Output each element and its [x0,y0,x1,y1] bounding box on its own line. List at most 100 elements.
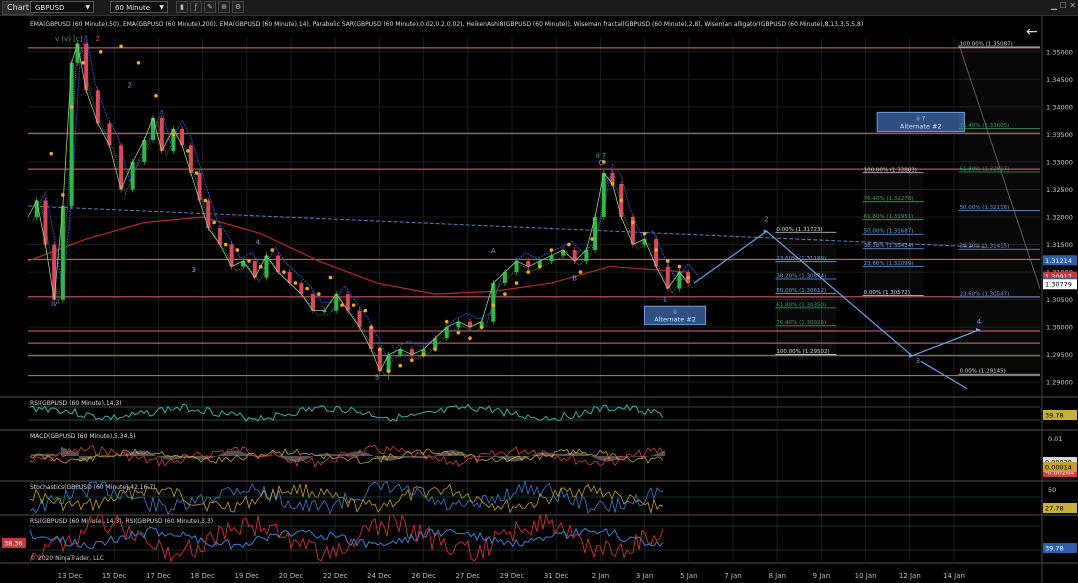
parabolic-sar-dot [444,319,449,324]
fib-level-label: 23.60% (1.31099) [864,261,914,267]
time-tick-label: 17 Dec [146,572,171,580]
time-tick-label: 29 Dec [500,572,525,580]
fib-level-label: 61.80% (1.32817) [960,167,1010,173]
parabolic-sar-dot [549,248,554,252]
parabolic-sar-dot [351,303,356,307]
price-tick-label: 1.29000 [1046,379,1073,387]
fib-level-label: 50.00% (1.30612) [776,288,826,294]
wave-label: 4 [256,239,261,247]
parabolic-sar-dot [468,336,472,340]
parabolic-sar-dot [203,198,208,203]
panel-tick-label: 50 [1048,486,1056,494]
wave-label: i [388,373,390,381]
parabolic-sar-dot [567,242,571,247]
parabolic-sar-dot [258,264,263,269]
parabolic-sar-dot [305,286,309,291]
wave-label: 3 [192,266,196,274]
parabolic-sar-dot [194,171,199,175]
rsi2-badge-label: 39.78 [1045,545,1064,553]
price-badge-label: 1.31214 [1045,257,1072,265]
parabolic-sar-dot [514,281,519,285]
parabolic-sar-dot [433,347,437,351]
fib-level-label: 61.80% (1.30350) [776,302,826,308]
fib-level-label: 0.00% (1.29145) [960,369,1006,375]
wave-label: 5 [375,373,379,381]
wave-label: 2 [96,35,100,43]
wave-label: v (v) [c] [55,35,83,43]
parabolic-sar-dot [328,275,333,280]
fib-level-label: 38.20% (1.30874) [776,274,826,280]
parabolic-sar-dot [369,325,373,329]
price-badge-label: 1.30779 [1045,281,1072,289]
parabolic-sar-dot [503,292,507,296]
copyright-text: © 2020 NinjaTrader, LLC [30,555,104,562]
parabolic-sar-dot [642,231,647,236]
price-tick-label: 1.33500 [1046,131,1073,139]
parabolic-sar-dot [590,237,594,241]
parabolic-sar-dot [317,292,321,296]
parabolic-sar-dot [363,308,368,313]
fib-level-label: 61.80% (1.31951) [864,214,914,220]
panel-title: RSI(GBPUSD (60 Minute),14,3) [30,400,122,407]
fib-level-label: 38.20% (1.31424) [864,243,914,249]
maximize-icon[interactable]: ☐ [1060,1,1067,10]
fib-level-label: 100.00% (1.35087) [960,41,1013,47]
chevron-down-icon: ▼ [159,4,164,11]
fib-level-label: 100.00% (1.32803) [864,167,917,173]
parabolic-sar-dot [398,363,403,368]
price-tick-label: 1.30500 [1046,296,1073,304]
parabolic-sar-dot [456,330,461,335]
parabolic-sar-dot [49,151,54,156]
fib-level-label: 0.00% (1.30572) [864,290,910,296]
time-tick-label: 31 Dec [544,572,569,580]
bar-type-icon[interactable]: ▮ [176,1,188,13]
time-tick-label: 19 Dec [234,572,259,580]
wave-label: B [572,274,577,282]
instrument-selector[interactable]: GBPUSD ▼ [30,1,94,13]
interval-selector[interactable]: 60 Minute ▼ [110,1,168,13]
indicators-icon[interactable]: ƒ [190,1,202,13]
time-tick-label: 27 Dec [455,572,480,580]
time-tick-label: 18 Dec [190,572,215,580]
wave-label: 2 [128,82,132,90]
close-icon[interactable]: ✕ [1069,1,1076,10]
chevron-down-icon: ▼ [85,4,90,11]
time-tick-label: 9 Jan [813,572,830,580]
panel-title: MACD(GBPUSD (60 Minute),5,34,5) [30,433,136,440]
parabolic-sar-dot [98,49,103,54]
fib-level-label: 76.40% (1.30026) [776,320,826,326]
parabolic-sar-dot [378,347,382,351]
minimize-icon[interactable]: ▁ [1051,1,1057,10]
price-tick-label: 1.32000 [1046,214,1073,222]
wave-label: C [52,288,57,296]
parabolic-sar-dot [282,270,286,274]
time-tick-label: 14 Jan [943,572,965,580]
wave-label: 2 [764,215,768,223]
wave-label: 3 [916,357,920,365]
parabolic-sar-dot [686,275,690,280]
fib-level-label: 50.00% (1.31687) [864,229,914,235]
time-tick-label: 7 Jan [724,572,741,580]
zoom-icon[interactable]: ⊕ [218,1,230,13]
fib-level-label: 100.00% (1.29502) [776,349,829,355]
parabolic-sar-dot [631,220,635,225]
time-tick-label: 13 Dec [58,572,83,580]
window-controls: ▁ ☐ ✕ [1051,1,1076,10]
price-tick-label: 1.34500 [1046,76,1073,84]
chart-canvas[interactable]: 13 Dec 15 Dec 17 Dec 18 Dec 19 Dec 20 Dec 22 D… [0,16,1078,583]
time-tick-label: 15 Dec [102,572,127,580]
parabolic-sar-dot [619,198,624,203]
fib-level-label: 23.60% (1.30547) [960,292,1010,298]
wave-label: 1 [663,295,667,303]
time-tick-label: 12 Jan [899,572,921,580]
parabolic-sar-dot [491,303,496,307]
properties-icon[interactable]: ⚙ [232,1,244,13]
parabolic-sar-dot [610,182,615,186]
rsi-badge-label: 39.78 [1045,412,1064,420]
indicators-legend: EMA(GBPUSD (60 Minute),50), EMA(GBPUSD (… [30,21,863,28]
alternate-box-subtitle: Alternate #2 [900,123,942,131]
price-tick-label: 1.35000 [1046,48,1073,56]
drawing-tools-icon[interactable]: ✎ [204,1,216,13]
wave-label: C [598,159,603,167]
time-tick-label: 3 Jan [636,572,653,580]
